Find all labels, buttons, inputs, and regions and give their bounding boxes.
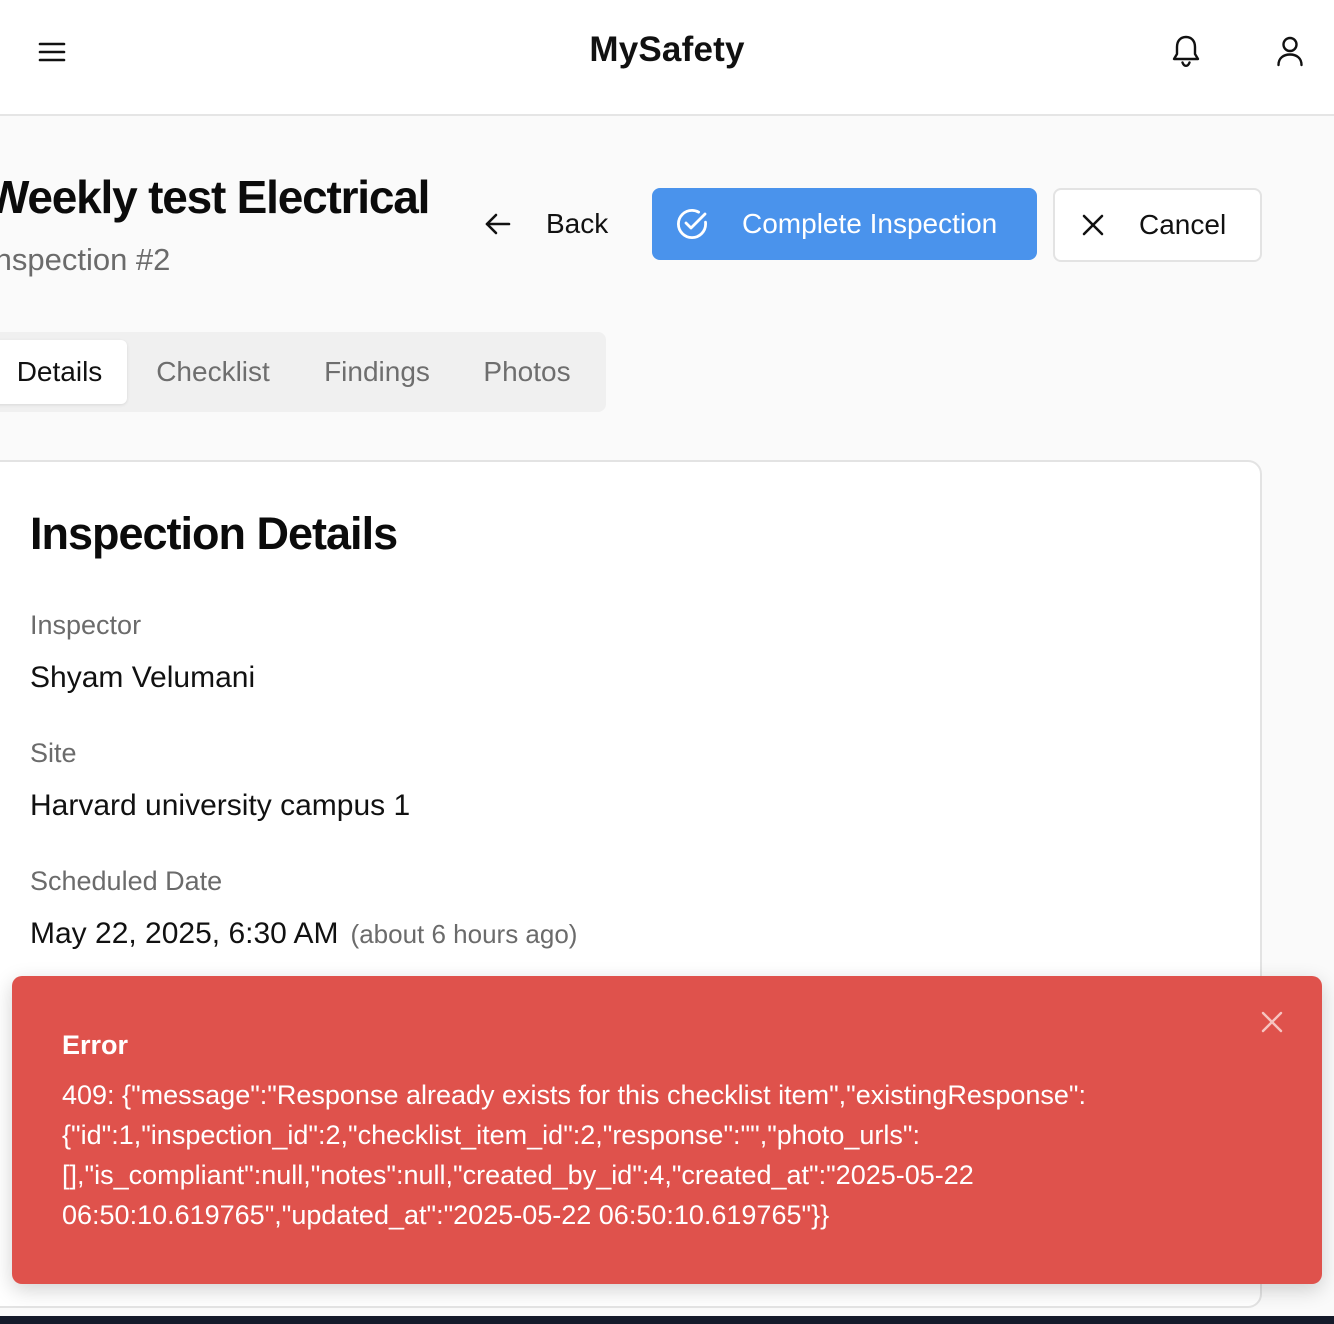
notifications-button[interactable] bbox=[1163, 28, 1209, 74]
bottom-bar bbox=[0, 1316, 1334, 1324]
arrow-left-icon bbox=[485, 213, 511, 235]
tab-findings[interactable]: Findings bbox=[306, 340, 448, 404]
back-button-label: Back bbox=[546, 208, 609, 239]
close-icon bbox=[1082, 214, 1104, 236]
complete-inspection-label: Complete Inspection bbox=[742, 208, 998, 239]
toast-title: Error bbox=[62, 1030, 129, 1060]
profile-button[interactable] bbox=[1267, 28, 1313, 74]
toast-message: 409: {"message":"Response already exists… bbox=[62, 1080, 1086, 1230]
scheduled-date-label: Scheduled Date bbox=[30, 866, 223, 896]
close-icon bbox=[1261, 1011, 1283, 1033]
user-icon bbox=[1277, 36, 1303, 67]
tab-checklist[interactable]: Checklist bbox=[140, 340, 286, 404]
inspector-label: Inspector bbox=[30, 610, 142, 640]
site-value: Harvard university campus 1 bbox=[30, 789, 411, 822]
cancel-button[interactable]: Cancel bbox=[1053, 188, 1262, 262]
back-button[interactable]: Back bbox=[466, 188, 636, 260]
app-header: MySafety bbox=[0, 0, 1334, 116]
inspection-tabs: Details Checklist Findings Photos bbox=[0, 332, 606, 412]
scheduled-date-relative: (about 6 hours ago) bbox=[350, 919, 578, 949]
tab-photos[interactable]: Photos bbox=[466, 340, 588, 404]
page-subtitle: Inspection #2 bbox=[0, 242, 171, 277]
inspector-value: Shyam Velumani bbox=[30, 661, 256, 694]
scheduled-date-row: May 22, 2025, 6:30 AM (about 6 hours ago) bbox=[30, 917, 577, 951]
inspection-details-title: Inspection Details bbox=[30, 508, 398, 559]
toast-close-button[interactable] bbox=[1252, 1002, 1292, 1042]
check-circle-icon bbox=[676, 208, 708, 240]
complete-inspection-button[interactable]: Complete Inspection bbox=[652, 188, 1037, 260]
app-title: MySafety bbox=[589, 30, 745, 69]
site-label: Site bbox=[30, 738, 77, 768]
cancel-button-label: Cancel bbox=[1139, 209, 1227, 240]
page-title: Weekly test Electrical bbox=[0, 171, 430, 223]
tab-details[interactable]: Details bbox=[0, 340, 127, 404]
bell-icon bbox=[1172, 35, 1200, 68]
scheduled-date-value: May 22, 2025, 6:30 AM bbox=[30, 917, 339, 950]
